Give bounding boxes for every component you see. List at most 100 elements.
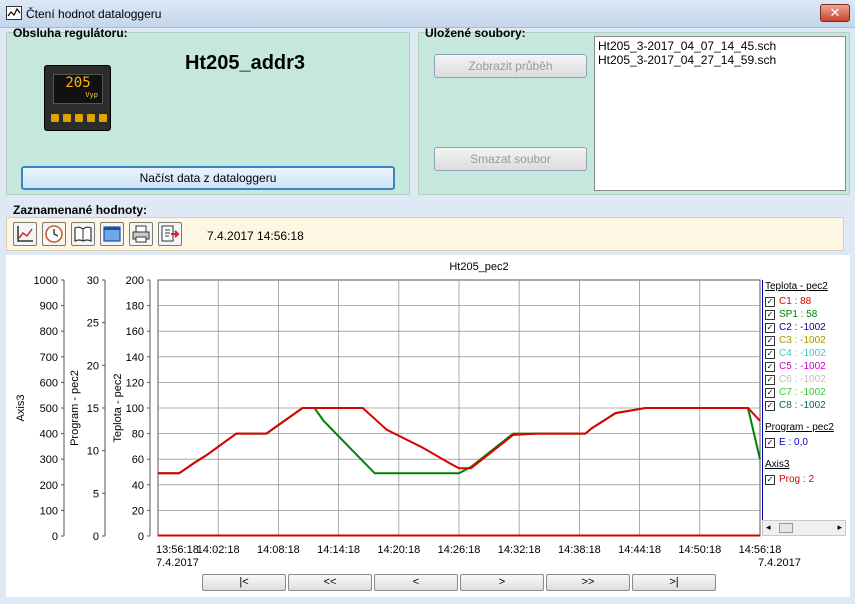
y-tick-label: 700 (40, 352, 58, 364)
legend-group-title: Teplota - pec2 (765, 281, 828, 292)
legend-item[interactable]: ✓ C8 : -1002 (763, 399, 846, 412)
regulator-panel-label: Obsluha regulátoru: (13, 26, 128, 40)
device-key (99, 114, 107, 122)
y-tick-label: 140 (126, 352, 144, 364)
legend-item-label: C1 : 88 (779, 296, 812, 307)
x-start-date: 7.4.2017 (156, 557, 199, 569)
y-tick-label: 300 (40, 454, 58, 466)
nav-forward-button[interactable]: > (460, 574, 544, 591)
scroll-right-icon[interactable]: ▸ (837, 522, 842, 533)
legend-item[interactable]: ✓ C2 : -1002 (763, 321, 846, 334)
y-axis-label: Axis3 (15, 395, 27, 422)
x-tick-label: 14:26:18 (438, 544, 481, 556)
y-tick-label: 900 (40, 301, 58, 313)
legend-scrollbar[interactable]: ◂ ▸ (762, 520, 846, 536)
legend-item[interactable]: ✓ C6 : -1002 (763, 373, 846, 386)
legend-checkbox[interactable]: ✓ (765, 309, 775, 320)
chart-area: Ht205_pec2 13:56:18 14:02:18 14:08:18 14:14:… (6, 255, 850, 597)
x-tick-label: 13:56:18 (156, 544, 199, 556)
y-axis-label: Teplota - pec2 (112, 373, 124, 442)
legend-item[interactable]: ✓ SP1 : 58 (763, 308, 846, 321)
legend-checkbox[interactable]: ✓ (765, 374, 775, 385)
legend-item-label: C3 : -1002 (779, 335, 826, 346)
legend-item[interactable]: ✓ C1 : 88 (763, 295, 846, 308)
x-tick-label: 14:56:18 (739, 544, 782, 556)
device-key (75, 114, 83, 122)
delete-file-button[interactable]: Smazat soubor (434, 147, 587, 171)
device-key (63, 114, 71, 122)
legend: Teplota - pec2 ✓ C1 : 88 ✓ SP1 : 58 ✓ C2 : -10… (762, 280, 846, 520)
legend-checkbox[interactable]: ✓ (765, 361, 775, 372)
y-tick-label: 500 (40, 403, 58, 415)
y-axis-label: Program - pec2 (69, 370, 81, 446)
saved-files-list[interactable]: Ht205_3-2017_04_07_14_45.sch Ht205_3-201… (594, 36, 846, 191)
y-tick-label: 400 (40, 429, 58, 441)
close-button[interactable]: ✕ (820, 4, 850, 22)
show-graph-button[interactable]: Zobrazit průběh (434, 54, 587, 78)
legend-item[interactable]: ✓ C3 : -1002 (763, 334, 846, 347)
record-timestamp: 7.4.2017 14:56:18 (207, 229, 304, 243)
legend-checkbox[interactable]: ✓ (765, 296, 775, 307)
legend-checkbox[interactable]: ✓ (765, 348, 775, 359)
y-tick-label: 100 (40, 505, 58, 517)
device-display: 205 Vyp (53, 74, 103, 104)
nav-fast-forward-button[interactable]: >> (546, 574, 630, 591)
device-key (51, 114, 59, 122)
y-tick-label: 200 (126, 275, 144, 287)
device-name: Ht205_addr3 (184, 52, 306, 74)
x-end-date: 7.4.2017 (758, 557, 801, 569)
y-tick-label: 0 (52, 531, 58, 543)
clock-icon[interactable] (42, 222, 66, 246)
export-icon[interactable] (158, 222, 182, 246)
y-tick-label: 800 (40, 326, 58, 338)
y-tick-label: 100 (126, 403, 144, 415)
legend-item[interactable]: ✓ C5 : -1002 (763, 360, 846, 373)
scroll-thumb[interactable] (779, 523, 793, 533)
x-tick-label: 14:50:18 (678, 544, 721, 556)
nav-last-button[interactable]: >| (632, 574, 716, 591)
file-list-item[interactable]: Ht205_3-2017_04_27_14_59.sch (598, 53, 842, 67)
y-tick-label: 5 (93, 488, 99, 500)
nav-back-button[interactable]: < (374, 574, 458, 591)
y-tick-label: 200 (40, 480, 58, 492)
legend-item-label: C5 : -1002 (779, 361, 826, 372)
legend-checkbox[interactable]: ✓ (765, 322, 775, 333)
book-icon[interactable] (71, 222, 95, 246)
legend-item-label: C2 : -1002 (779, 322, 826, 333)
legend-item-label: C7 : -1002 (779, 387, 826, 398)
legend-item[interactable]: ✓ C4 : -1002 (763, 347, 846, 360)
y-tick-label: 600 (40, 377, 58, 389)
legend-item[interactable]: ✓ E : 0,0 (763, 436, 846, 449)
y-tick-label: 25 (87, 318, 99, 330)
nav-fast-back-button[interactable]: << (288, 574, 372, 591)
legend-item[interactable]: ✓ Prog : 2 (763, 473, 846, 486)
y-tick-label: 1000 (34, 275, 58, 287)
legend-checkbox[interactable]: ✓ (765, 437, 775, 448)
legend-checkbox[interactable]: ✓ (765, 335, 775, 346)
recorded-values-label: Zaznamenané hodnoty: (13, 203, 148, 217)
y-tick-label: 80 (132, 429, 144, 441)
legend-item-label: C4 : -1002 (779, 348, 826, 359)
chart-title: Ht205_pec2 (449, 261, 508, 273)
nav-first-button[interactable]: |< (202, 574, 286, 591)
y-tick-label: 30 (87, 275, 99, 287)
scroll-left-icon[interactable]: ◂ (766, 522, 771, 533)
legend-checkbox[interactable]: ✓ (765, 400, 775, 411)
device-display-sub: Vyp (85, 91, 98, 99)
print-icon[interactable] (129, 222, 153, 246)
legend-checkbox[interactable]: ✓ (765, 474, 775, 485)
chart-icon[interactable] (13, 222, 37, 246)
legend-item[interactable]: ✓ C7 : -1002 (763, 386, 846, 399)
legend-item-label: C6 : -1002 (779, 374, 826, 385)
read-datalogger-button[interactable]: Načíst data z dataloggeru (21, 166, 395, 190)
device-key (87, 114, 95, 122)
x-tick-label: 14:14:18 (317, 544, 360, 556)
y-tick-label: 40 (132, 480, 144, 492)
x-tick-label: 14:44:18 (618, 544, 661, 556)
window-icon[interactable] (100, 222, 124, 246)
legend-item-label: E : 0,0 (779, 437, 808, 448)
legend-checkbox[interactable]: ✓ (765, 387, 775, 398)
y-tick-label: 0 (93, 531, 99, 543)
file-list-item[interactable]: Ht205_3-2017_04_07_14_45.sch (598, 39, 842, 53)
y-tick-label: 0 (138, 531, 144, 543)
